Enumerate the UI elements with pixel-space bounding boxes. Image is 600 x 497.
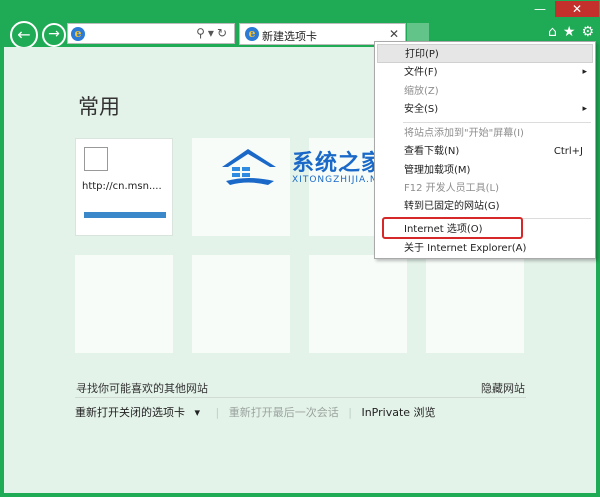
toolbar-right: ⌂ ★ ⚙ (542, 24, 594, 40)
empty-tile[interactable] (75, 255, 173, 353)
address-bar-icons[interactable]: ⚲▾↻ (196, 26, 230, 40)
menu-item-f12-tools: F12 开发人员工具(L) (404, 183, 500, 194)
separator: | (215, 406, 220, 419)
menu-item-view-downloads[interactable]: 查看下载(N) Ctrl+J (375, 142, 595, 161)
menu-separator (403, 122, 591, 123)
gear-icon[interactable]: ⚙ (581, 24, 594, 40)
menu-item-pinned-sites[interactable]: 转到已固定的网站(G) (375, 197, 595, 216)
submenu-arrow-icon: ▸ (582, 67, 587, 77)
minimize-button[interactable]: — (528, 2, 552, 16)
home-icon[interactable]: ⌂ (548, 24, 557, 40)
watermark-logo-icon (222, 149, 276, 185)
reopen-last-session-link[interactable]: 重新打开最后一次会话 (229, 406, 339, 419)
hide-sites-link[interactable]: 隐藏网站 (481, 380, 525, 396)
ie-page-icon: e (71, 27, 85, 41)
forward-button[interactable]: → (42, 23, 66, 47)
site-thumbnail (84, 147, 108, 171)
favorites-star-icon[interactable]: ★ (563, 24, 576, 40)
divider (75, 397, 526, 398)
menu-item-manage-addons[interactable]: 管理加载项(M) (375, 161, 595, 180)
menu-item-safety[interactable]: 安全(S) ▸ (375, 100, 595, 119)
empty-tile[interactable] (426, 255, 524, 353)
frequent-site-tile[interactable]: http://cn.msn.... (75, 138, 173, 236)
empty-tile[interactable] (309, 255, 407, 353)
shortcut-label: Ctrl+J (553, 146, 583, 157)
menu-item-add-to-start: 将站点添加到"开始"屏幕(I) (404, 128, 524, 139)
close-window-button[interactable]: ✕ (555, 1, 599, 17)
menu-item-zoom: 缩放(Z) (404, 86, 439, 97)
inprivate-link[interactable]: InPrivate 浏览 (361, 406, 435, 419)
tab-title: 新建选项卡 (262, 30, 317, 43)
watermark-title: 系统之家 (292, 151, 385, 176)
browser-window: — ✕ ← → e ⚲▾↻ e 新建选项卡 ✕ ⌂ ★ ⚙ 常用 http://cn… (0, 0, 600, 497)
tile-label: http://cn.msn.... (82, 181, 162, 192)
menu-item-print[interactable]: 打印(P) (377, 44, 593, 63)
address-bar[interactable]: e ⚲▾↻ (67, 23, 235, 44)
highlight-box (382, 217, 523, 239)
tab-close-icon[interactable]: ✕ (389, 27, 399, 41)
submenu-arrow-icon: ▸ (582, 104, 587, 114)
tile-color-bar (84, 212, 166, 218)
empty-tile[interactable] (192, 255, 290, 353)
separator: | (348, 406, 352, 419)
menu-item-file[interactable]: 文件(F) ▸ (375, 63, 595, 82)
menu-item-about-ie[interactable]: 关于 Internet Explorer(A) (375, 239, 595, 258)
page-title: 常用 (78, 95, 120, 119)
discover-sites-link[interactable]: 寻找你可能喜欢的其他网站 (76, 380, 208, 396)
reopen-closed-tabs-link[interactable]: 重新打开关闭的选项卡 ▾ (75, 406, 206, 419)
ie-tab-icon: e (245, 27, 259, 41)
session-links: 重新打开关闭的选项卡 ▾ | 重新打开最后一次会话 | InPrivate 浏览 (75, 404, 442, 420)
chevron-down-icon: ▾ (194, 406, 201, 419)
back-button[interactable]: ← (10, 21, 38, 49)
